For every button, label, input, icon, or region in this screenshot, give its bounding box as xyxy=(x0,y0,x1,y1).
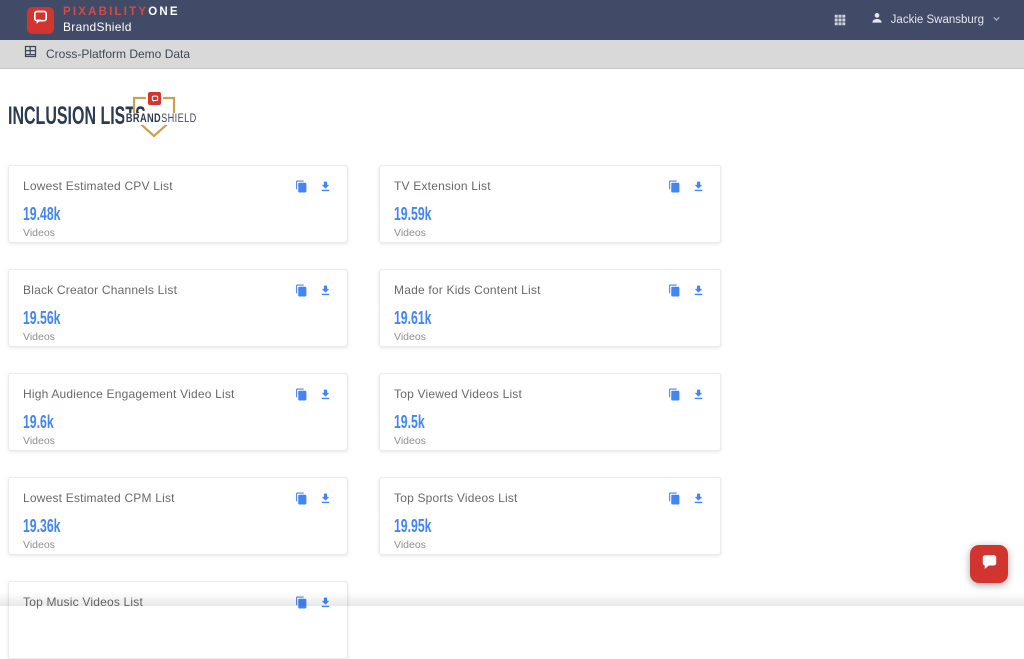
person-icon xyxy=(870,11,884,30)
video-count-unit: Videos xyxy=(394,331,706,343)
inclusion-list-card: Lowest Estimated CPV List 19.48k Videos xyxy=(8,165,348,243)
speech-bubble-icon xyxy=(32,9,49,31)
download-icon[interactable] xyxy=(690,490,706,506)
top-header: PIXABILITYONE BrandShield Jackie Swansbu… xyxy=(0,0,1024,40)
copy-icon[interactable] xyxy=(666,282,682,298)
inclusion-list-card: Top Sports Videos List 19.95k Videos xyxy=(379,477,721,555)
user-menu[interactable]: Jackie Swansburg xyxy=(870,11,1002,30)
list-title: Top Sports Videos List xyxy=(394,491,658,505)
video-count-unit: Videos xyxy=(394,227,706,239)
video-count: 19.56k xyxy=(23,308,234,329)
table-icon xyxy=(23,44,38,64)
video-count: 19.59k xyxy=(394,204,606,225)
copy-icon[interactable] xyxy=(666,386,682,402)
video-count-unit: Videos xyxy=(23,227,333,239)
brandshield-p-icon xyxy=(148,92,161,105)
copy-icon[interactable] xyxy=(293,490,309,506)
apps-grid-icon[interactable] xyxy=(832,12,848,28)
video-count-unit: Videos xyxy=(23,539,333,551)
list-title: High Audience Engagement Video List xyxy=(23,387,285,401)
download-icon[interactable] xyxy=(690,386,706,402)
video-count: 19.48k xyxy=(23,204,234,225)
copy-icon[interactable] xyxy=(293,386,309,402)
download-icon[interactable] xyxy=(317,594,333,610)
breadcrumb-label[interactable]: Cross-Platform Demo Data xyxy=(46,47,190,61)
inclusion-list-card: TV Extension List 19.59k Videos xyxy=(379,165,721,243)
list-title: Made for Kids Content List xyxy=(394,283,658,297)
copy-icon[interactable] xyxy=(666,490,682,506)
copy-icon[interactable] xyxy=(666,178,682,194)
inclusion-list-card: High Audience Engagement Video List 19.6k… xyxy=(8,373,348,451)
list-title: Black Creator Channels List xyxy=(23,283,285,297)
brand-wordmark: PIXABILITYONE BrandShield xyxy=(63,7,180,34)
brand-name-white: ONE xyxy=(148,6,180,18)
chat-bubble-icon xyxy=(980,552,999,576)
list-title: Top Viewed Videos List xyxy=(394,387,658,401)
video-count: 19.36k xyxy=(23,516,234,537)
inclusion-list-card: Top Music Videos List xyxy=(8,581,348,659)
brandshield-word-bold: BRAND xyxy=(126,113,161,125)
inclusion-list-card: Black Creator Channels List 19.56k Videos xyxy=(8,269,348,347)
user-name: Jackie Swansburg xyxy=(891,14,984,26)
brand-name-red: PIXABILITY xyxy=(63,6,148,18)
download-icon[interactable] xyxy=(317,282,333,298)
video-count: 19.95k xyxy=(394,516,606,537)
inclusion-list-card: Top Viewed Videos List 19.5k Videos xyxy=(379,373,721,451)
brandshield-wordmark: BRANDSHIELD xyxy=(115,109,193,127)
video-count-unit: Videos xyxy=(23,435,333,447)
brand-product: BrandShield xyxy=(63,21,180,33)
brandshield-logo: BRANDSHIELD xyxy=(115,94,193,140)
copy-icon[interactable] xyxy=(293,594,309,610)
download-icon[interactable] xyxy=(690,282,706,298)
video-count-unit: Videos xyxy=(23,331,333,343)
copy-icon[interactable] xyxy=(293,282,309,298)
list-title: Lowest Estimated CPV List xyxy=(23,179,285,193)
page-title-row: INCLUSION LISTS BRANDSHIELD xyxy=(8,96,408,140)
inclusion-list-card: Made for Kids Content List 19.61k Videos xyxy=(379,269,721,347)
inclusion-lists-grid: Lowest Estimated CPV List19.48kVideosTV … xyxy=(8,165,721,659)
video-count: 19.6k xyxy=(23,412,234,433)
list-title: TV Extension List xyxy=(394,179,658,193)
breadcrumb-bar: Cross-Platform Demo Data xyxy=(0,40,1024,69)
inclusion-list-card: Lowest Estimated CPM List 19.36k Videos xyxy=(8,477,348,555)
chat-launcher-button[interactable] xyxy=(970,545,1008,583)
video-count: 19.5k xyxy=(394,412,606,433)
download-icon[interactable] xyxy=(317,178,333,194)
list-title: Top Music Videos List xyxy=(23,595,285,609)
brandshield-word-light: SHIELD xyxy=(161,113,197,125)
list-title: Lowest Estimated CPM List xyxy=(23,491,285,505)
video-count-unit: Videos xyxy=(394,435,706,447)
video-count-unit: Videos xyxy=(394,539,706,551)
video-count: 19.61k xyxy=(394,308,606,329)
download-icon[interactable] xyxy=(317,490,333,506)
pixability-logo[interactable] xyxy=(27,7,54,34)
chevron-down-icon xyxy=(991,11,1002,29)
download-icon[interactable] xyxy=(317,386,333,402)
download-icon[interactable] xyxy=(690,178,706,194)
copy-icon[interactable] xyxy=(293,178,309,194)
